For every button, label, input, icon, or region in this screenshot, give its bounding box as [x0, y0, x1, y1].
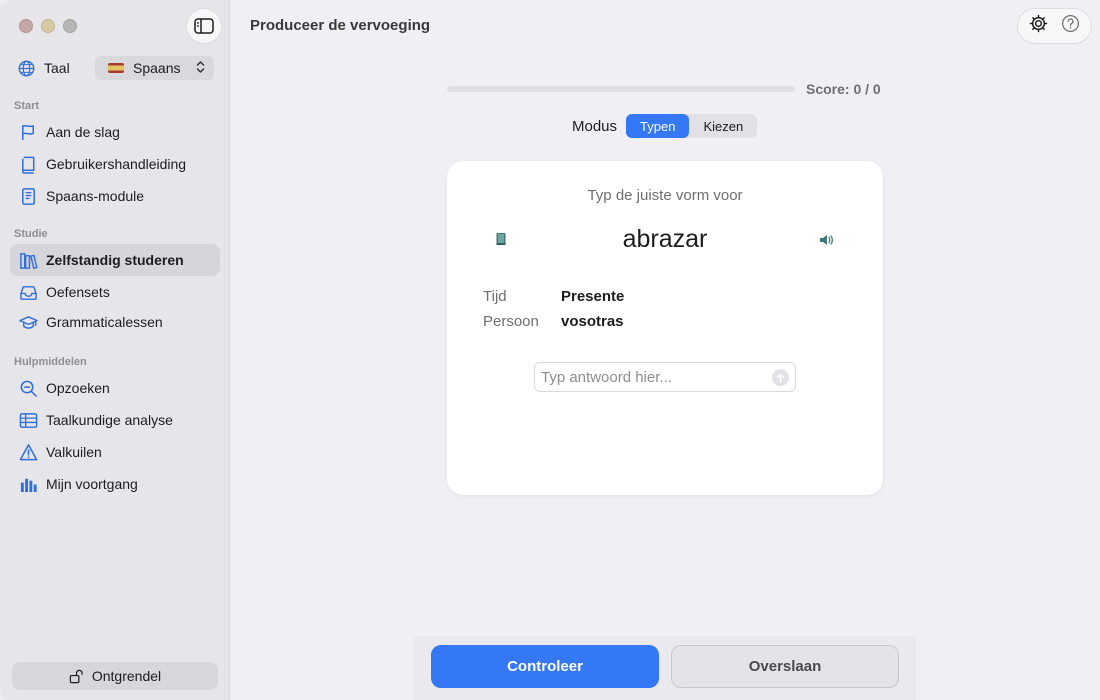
unlock-label: Ontgrendel: [91, 668, 162, 684]
sidebar-item-aan-de-slag[interactable]: Aan de slag: [10, 116, 220, 148]
sidebar-item-zelfstandig-studeren[interactable]: Zelfstandig studeren: [10, 244, 220, 276]
exercise-prompt: Typ de juiste vorm voor: [587, 187, 743, 204]
page-title: Produceer de vervoeging: [250, 17, 431, 34]
tray-icon: [18, 282, 38, 302]
question-mark-icon: [1062, 14, 1080, 33]
person-label: Persoon: [483, 313, 539, 330]
progress-bar: [447, 86, 795, 92]
sidebar-item-label: Zelfstandig studeren: [46, 252, 184, 268]
window-controls: [19, 19, 77, 33]
sidebar-item-valkuilen[interactable]: Valkuilen: [10, 436, 220, 468]
sidebar-item-label: Valkuilen: [46, 444, 102, 460]
book-icon: [18, 154, 38, 174]
mode-segmented-control: Typen Kiezen: [626, 114, 758, 138]
table-icon: [18, 410, 38, 430]
exercise-card: Typ de juiste vorm voor abrazar Tijd Pre…: [447, 161, 883, 495]
lock-open-icon: [69, 669, 83, 683]
sidebar-item-opzoeken[interactable]: Opzoeken: [10, 372, 220, 404]
sidebar-item-taalkundige-analyse[interactable]: Taalkundige analyse: [10, 404, 220, 436]
language-row: Taal Spaans: [18, 56, 214, 80]
sidebar-item-label: Grammaticalessen: [46, 314, 163, 330]
toolbar-actions: [1017, 8, 1092, 44]
main-content: Produceer de vervoeging Score: 0 / 0 Mod…: [231, 0, 1100, 700]
sidebar-item-label: Mijn voortgang: [46, 476, 138, 492]
close-window-button[interactable]: [19, 19, 33, 33]
gear-icon: [1029, 14, 1048, 33]
graduation-cap-icon: [18, 312, 38, 332]
tense-value: Presente: [561, 288, 625, 305]
mode-option-typen[interactable]: Typen: [626, 114, 690, 138]
language-label: Taal: [44, 60, 70, 76]
language-select[interactable]: Spaans: [95, 56, 214, 80]
skip-button[interactable]: Overslaan: [671, 645, 899, 688]
sidebar-item-oefensets[interactable]: Oefensets: [10, 276, 220, 308]
language-selected-value: Spaans: [133, 60, 181, 76]
app-window: Taal Spaans Start Aan de slag Gebruikers…: [0, 0, 1100, 700]
mode-row: Modus Typen Kiezen: [572, 114, 758, 138]
arrow-up-icon: [776, 373, 785, 383]
sidebar-toggle-button[interactable]: [186, 8, 222, 44]
sidebar-item-label: Aan de slag: [46, 124, 120, 140]
score-text: Score: 0 / 0: [806, 81, 881, 97]
sidebar-item-mijn-voortgang[interactable]: Mijn voortgang: [10, 468, 220, 500]
sidebar-item-grammaticalessen[interactable]: Grammaticalessen: [10, 306, 220, 338]
books-icon: [18, 250, 38, 270]
mode-label: Modus: [572, 117, 618, 135]
answer-field-container: [534, 362, 796, 392]
section-title-start: Start: [14, 100, 40, 112]
spain-flag-icon: [108, 63, 124, 73]
sidebar-item-label: Spaans-module: [46, 188, 145, 204]
speaker-icon[interactable]: [818, 233, 834, 247]
minimize-window-button[interactable]: [41, 19, 55, 33]
document-icon: [18, 186, 38, 206]
answer-input[interactable]: [535, 363, 755, 391]
settings-button[interactable]: [1029, 14, 1048, 38]
tense-label: Tijd: [483, 288, 507, 305]
person-value: vosotras: [561, 313, 624, 330]
submit-answer-button[interactable]: [772, 369, 789, 386]
section-title-hulpmiddelen: Hulpmiddelen: [14, 356, 87, 368]
chevron-up-down-icon: [196, 60, 205, 74]
sidebar-item-label: Gebruikershandleiding: [46, 156, 187, 172]
sidebar-item-label: Taalkundige analyse: [46, 412, 173, 428]
magnifier-icon: [18, 378, 38, 398]
sidebar-item-label: Oefensets: [46, 284, 110, 300]
sidebar-toggle-icon: [194, 18, 214, 34]
globe-icon: [18, 60, 35, 76]
check-button[interactable]: Controleer: [431, 645, 659, 688]
zoom-window-button[interactable]: [63, 19, 77, 33]
sidebar: Taal Spaans Start Aan de slag Gebruikers…: [0, 0, 230, 700]
bar-chart-icon: [18, 474, 38, 494]
mode-option-kiezen[interactable]: Kiezen: [689, 114, 757, 138]
warning-icon: [18, 442, 38, 462]
sidebar-item-gebruikershandleiding[interactable]: Gebruikershandleiding: [10, 148, 220, 180]
flag-icon: [18, 122, 38, 142]
help-button[interactable]: [1061, 14, 1080, 38]
sidebar-item-label: Opzoeken: [46, 380, 110, 396]
sidebar-item-spaans-module[interactable]: Spaans-module: [10, 180, 220, 212]
unlock-button[interactable]: Ontgrendel: [12, 662, 218, 690]
section-title-studie: Studie: [14, 228, 48, 240]
